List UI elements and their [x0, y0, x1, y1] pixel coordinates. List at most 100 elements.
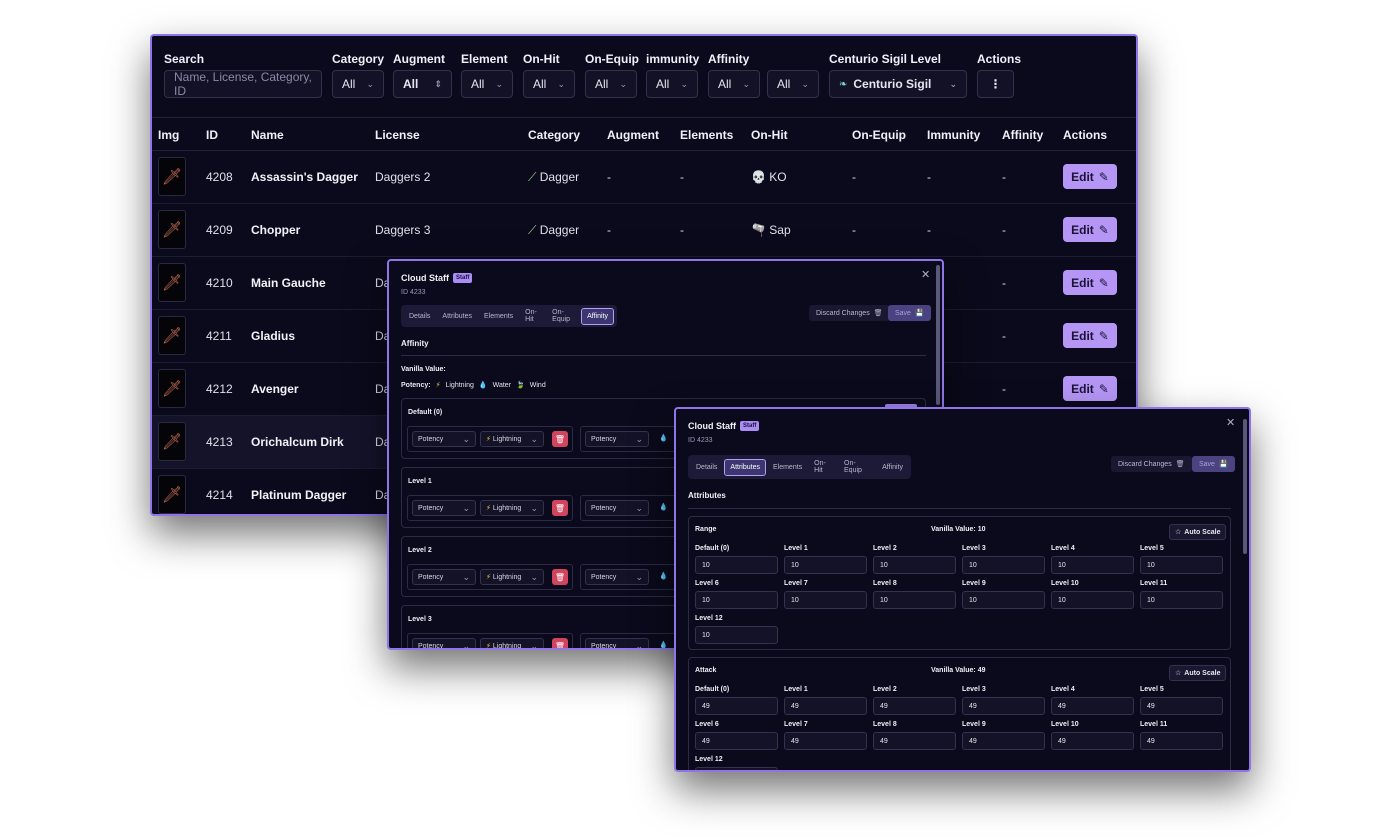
tab-elements[interactable]: Elements [479, 309, 518, 324]
level-value-input[interactable]: 10 [784, 591, 867, 609]
level-value-input[interactable]: 49 [695, 697, 778, 715]
sap-icon: 🫗 [751, 223, 766, 237]
tab-attributes[interactable]: Attributes [437, 309, 477, 324]
tab-details[interactable]: Details [404, 309, 435, 324]
more-actions-button[interactable]: ⋮ [977, 70, 1014, 98]
element-select[interactable]: ⚡ Lightning ⌄ [480, 638, 544, 650]
level-value-input[interactable]: 10 [1051, 591, 1134, 609]
chevron-down-icon: ⌄ [495, 78, 503, 89]
level-value-input[interactable] [695, 767, 778, 770]
level-label: Level 1 [408, 478, 432, 485]
affinity-entry-group: Potency ⌄ 💧 [580, 564, 680, 590]
sigil-filter-select[interactable]: ❧ Centurio Sigil ⌄ [829, 70, 967, 98]
level-value-input[interactable]: 49 [784, 697, 867, 715]
vanilla-value: Vanilla Value: 10 [931, 526, 986, 533]
tab-onhit[interactable]: On-Hit [520, 305, 545, 327]
level-value-input[interactable]: 10 [695, 556, 778, 574]
scrollbar[interactable] [936, 265, 940, 405]
edit-icon: ✎ [1098, 381, 1109, 396]
level-value-input[interactable]: 49 [1051, 697, 1134, 715]
tab-details[interactable]: Details [691, 460, 722, 475]
auto-scale-button[interactable]: ☆ Auto Scale [1169, 665, 1227, 681]
save-button[interactable]: Save 💾 [888, 305, 931, 321]
close-icon[interactable]: ✕ [921, 268, 930, 281]
potency-select[interactable]: Potency ⌄ [585, 569, 649, 585]
tab-attributes[interactable]: Attributes [724, 458, 766, 476]
delete-icon[interactable]: 🗑 [552, 500, 568, 516]
level-value-input[interactable]: 10 [1051, 556, 1134, 574]
star-icon: ☆ [1175, 670, 1182, 677]
potency-select[interactable]: Potency ⌄ [412, 569, 476, 585]
star-icon: ☆ [1175, 529, 1182, 536]
delete-icon[interactable]: 🗑 [552, 431, 568, 447]
potency-select[interactable]: Potency ⌄ [585, 500, 649, 516]
category-filter-select[interactable]: All ⌄ [332, 70, 384, 98]
discard-changes-button[interactable]: Discard Changes 🗑 [809, 305, 890, 321]
level-value-input[interactable]: 49 [873, 732, 956, 750]
edit-button[interactable]: Edit ✎ [1063, 270, 1117, 295]
potency-select[interactable]: Potency ⌄ [585, 638, 649, 650]
category-text: Dagger [539, 223, 580, 237]
edit-button[interactable]: Edit ✎ [1063, 376, 1117, 401]
level-value-input[interactable]: 10 [784, 556, 867, 574]
level-value-input[interactable]: 10 [695, 626, 778, 644]
discard-changes-button[interactable]: Discard Changes 🗑 [1111, 456, 1192, 472]
immunity-filter-select[interactable]: All ⌄ [646, 70, 698, 98]
element-filter-select[interactable]: All ⌄ [461, 70, 513, 98]
potency-select-value: Potency [418, 504, 444, 512]
level-value-input[interactable]: 10 [962, 591, 1045, 609]
affinity-filter-select-2[interactable]: All ⌄ [767, 70, 819, 98]
close-icon[interactable]: ✕ [1226, 416, 1235, 429]
level-value-input[interactable]: 49 [784, 732, 867, 750]
search-input[interactable]: Name, License, Category, ID [164, 70, 322, 98]
level-value-input[interactable]: 49 [1140, 697, 1223, 715]
augment-filter-select[interactable]: All ⇕ [393, 70, 452, 98]
tab-affinity[interactable]: Affinity [581, 307, 614, 325]
water-icon: 💧 [659, 642, 668, 649]
potency-select-value: Potency [418, 435, 444, 443]
potency-select[interactable]: Potency ⌄ [412, 431, 476, 447]
save-button[interactable]: Save 💾 [1192, 456, 1235, 472]
level-value-input[interactable]: 49 [1140, 732, 1223, 750]
tab-affinity[interactable]: Affinity [877, 460, 908, 475]
level-value-input[interactable]: 49 [962, 697, 1045, 715]
lightning-icon: ⚡ [486, 643, 491, 650]
level-value-input[interactable]: 10 [962, 556, 1045, 574]
tab-elements[interactable]: Elements [768, 460, 807, 475]
level-value-input[interactable]: 10 [1140, 556, 1223, 574]
element-select[interactable]: ⚡ Lightning ⌄ [480, 500, 544, 516]
sigil-filter-label: Centurio Sigil Level [829, 52, 942, 66]
level-value-input[interactable]: 10 [873, 556, 956, 574]
element-select[interactable]: ⚡ Lightning ⌄ [480, 431, 544, 447]
level-label: Level 10 [1051, 721, 1079, 728]
delete-icon[interactable]: 🗑 [552, 569, 568, 585]
affinity-filter-select[interactable]: All ⌄ [708, 70, 760, 98]
potency-select[interactable]: Potency ⌄ [585, 431, 649, 447]
auto-scale-button[interactable]: ☆ Auto Scale [1169, 524, 1227, 540]
tab-onhit[interactable]: On-Hit [809, 456, 837, 478]
level-value-input[interactable]: 49 [962, 732, 1045, 750]
delete-icon[interactable]: 🗑 [552, 638, 568, 648]
scrollbar[interactable] [1243, 419, 1247, 554]
onequip-filter-select[interactable]: All ⌄ [585, 70, 637, 98]
onhit-filter-select[interactable]: All ⌄ [523, 70, 575, 98]
cell-onhit: 🫗 Sap [751, 223, 791, 237]
edit-button[interactable]: Edit ✎ [1063, 217, 1117, 242]
edit-button[interactable]: Edit ✎ [1063, 164, 1117, 189]
potency-select[interactable]: Potency ⌄ [412, 500, 476, 516]
tab-onequip[interactable]: On-Equip [839, 456, 875, 478]
element-select[interactable]: ⚡ Lightning ⌄ [480, 569, 544, 585]
level-label: Level 9 [962, 721, 986, 728]
level-value-input[interactable]: 49 [695, 732, 778, 750]
level-value-input[interactable]: 10 [1140, 591, 1223, 609]
potency-select[interactable]: Potency ⌄ [412, 638, 476, 648]
tab-onequip[interactable]: On-Equip [547, 305, 579, 327]
level-label: Default (0) [695, 686, 730, 693]
level-value-input[interactable]: 10 [695, 591, 778, 609]
potency-select-value: Potency [591, 642, 617, 650]
level-value-input[interactable]: 49 [1051, 732, 1134, 750]
level-label: Level 10 [1051, 580, 1079, 587]
level-value-input[interactable]: 49 [873, 697, 956, 715]
edit-button[interactable]: Edit ✎ [1063, 323, 1117, 348]
level-value-input[interactable]: 10 [873, 591, 956, 609]
